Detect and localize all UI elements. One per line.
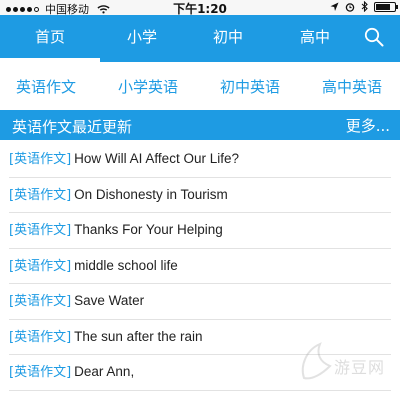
category-senior-english[interactable]: 高中英语 xyxy=(322,76,382,97)
tab-home[interactable]: 首页 xyxy=(0,15,100,62)
watermark-logo: 游豆网 xyxy=(296,340,386,384)
article-title[interactable]: Dear Ann, xyxy=(74,364,134,379)
search-icon[interactable] xyxy=(364,27,384,47)
article-title[interactable]: Save Water xyxy=(74,293,144,308)
tab-junior-high[interactable]: 初中 xyxy=(184,15,272,62)
location-arrow-icon xyxy=(330,2,339,11)
list-item[interactable]: [英语作文] Save Water xyxy=(9,284,391,320)
article-tag: [英语作文] xyxy=(9,223,72,238)
article-title[interactable]: The sun after the rain xyxy=(74,329,202,344)
article-tag: [英语作文] xyxy=(9,187,72,203)
list-item[interactable]: [英语作文] Thanks For Your Helping xyxy=(9,213,391,249)
section-header: 英语作文最近更新 更多... xyxy=(0,110,400,140)
status-right xyxy=(330,1,398,12)
category-english-essay[interactable]: 英语作文 xyxy=(16,76,76,97)
tab-primary-school[interactable]: 小学 xyxy=(100,15,184,62)
article-tag: [英语作文] xyxy=(9,329,72,345)
more-link[interactable]: 更多... xyxy=(346,115,390,136)
list-item[interactable]: [英语作文] On Dishonesty in Tourism xyxy=(9,178,391,213)
category-primary-english[interactable]: 小学英语 xyxy=(118,76,178,97)
article-tag: [英语作文] xyxy=(9,294,72,309)
article-title[interactable]: On Dishonesty in Tourism xyxy=(74,187,228,202)
list-item[interactable]: [英语作文] How Will AI Affect Our Life? xyxy=(9,142,391,178)
category-tabs: 英语作文 小学英语 初中英语 高中英语 xyxy=(0,62,400,110)
article-tag: [英语作文] xyxy=(9,152,72,167)
bluetooth-icon xyxy=(361,1,368,12)
article-tag: [英语作文] xyxy=(9,258,72,274)
article-title[interactable]: middle school life xyxy=(74,258,178,273)
top-nav-bar: 首页 小学 初中 高中 xyxy=(0,15,400,62)
tab-senior-high[interactable]: 高中 xyxy=(272,15,358,62)
article-tag: [英语作文] xyxy=(9,365,72,380)
alarm-icon xyxy=(345,2,355,12)
section-title: 英语作文最近更新 xyxy=(12,118,133,136)
list-item[interactable]: [英语作文] middle school life xyxy=(9,249,391,284)
status-bar: 中国移动 下午1:20 xyxy=(0,0,400,16)
article-title[interactable]: Thanks For Your Helping xyxy=(74,222,223,237)
category-junior-english[interactable]: 初中英语 xyxy=(220,76,280,97)
article-title[interactable]: How Will AI Affect Our Life? xyxy=(74,151,239,166)
battery-icon xyxy=(374,1,398,12)
